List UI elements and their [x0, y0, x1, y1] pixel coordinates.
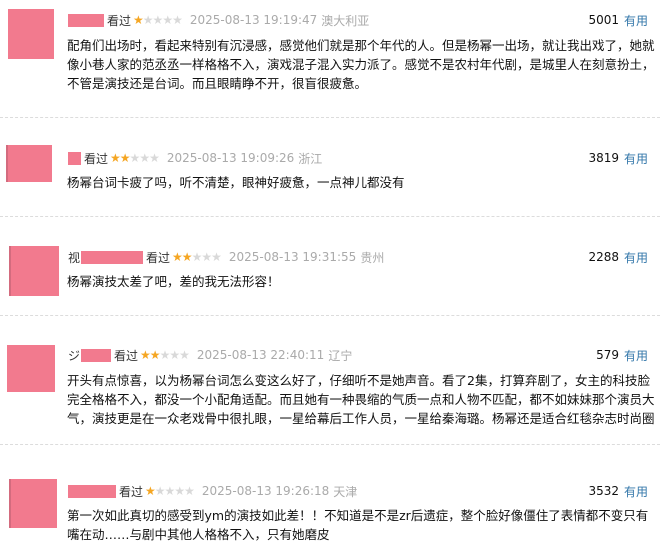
- comment-location: 贵州: [360, 250, 385, 265]
- avatar-edge: [9, 246, 11, 296]
- comment-location: 浙江: [298, 151, 323, 166]
- star-filled-icon: ★: [140, 348, 151, 362]
- comment-text: 杨幂演技太差了吧，差的我无法形容！: [67, 274, 280, 289]
- star-empty-icon: ★: [159, 348, 171, 362]
- avatar-edge: [9, 479, 11, 528]
- comment-location: 辽宁: [328, 348, 353, 363]
- username-redacted[interactable]: [81, 250, 144, 264]
- comment-time: 2025-08-13 22:40:11: [196, 348, 325, 362]
- username-fragment: 视: [68, 250, 81, 265]
- vote-count: 2288: [588, 250, 619, 264]
- rating-label: 看过: [114, 348, 139, 363]
- star-filled-icon: ★: [172, 250, 183, 264]
- star-empty-icon: ★: [179, 348, 190, 362]
- rating-stars: ★ ★ ★ ★ ★: [110, 151, 160, 165]
- star-empty-icon: ★: [142, 13, 154, 27]
- vote-area: 2288 有用: [588, 249, 648, 265]
- comment-meta: ジ 看过 ★ ★ ★ ★ ★ 2025-08-13 22:40:11 辽宁: [68, 347, 352, 363]
- useful-button[interactable]: 有用: [624, 12, 648, 29]
- comment-time: 2025-08-13 19:19:47: [189, 13, 318, 27]
- useful-button[interactable]: 有用: [624, 150, 648, 167]
- vote-area: 579 有用: [596, 347, 648, 363]
- comment-item: ジ 看过 ★ ★ ★ ★ ★ 2025-08-13 22:40:11 辽宁 579 有用…: [0, 315, 660, 445]
- rating-label: 看过: [146, 250, 171, 265]
- vote-count: 3819: [588, 151, 619, 165]
- star-empty-icon: ★: [149, 151, 160, 165]
- rating-label: 看过: [84, 151, 109, 166]
- useful-button[interactable]: 有用: [624, 483, 648, 500]
- star-empty-icon: ★: [191, 250, 203, 264]
- comment-text: 开头有点惊喜，以为杨幂台词怎么变这么好了，仔细听不是她声音。看了2集，打算弃剧了…: [67, 373, 655, 426]
- comment-item: 看过 ★ ★ ★ ★ ★ 2025-08-13 19:26:18 天津 3532 有用 …: [0, 445, 660, 549]
- rating-label: 看过: [107, 13, 132, 28]
- star-empty-icon: ★: [172, 13, 183, 27]
- avatar-edge: [6, 145, 8, 182]
- star-filled-icon: ★: [145, 484, 156, 498]
- avatar[interactable]: [6, 145, 52, 182]
- rating-stars: ★ ★ ★ ★ ★: [172, 250, 222, 264]
- star-filled-icon: ★: [110, 151, 121, 165]
- comment-item: 看过 ★ ★ ★ ★ ★ 2025-08-13 19:09:26 浙江 3819 有用 …: [0, 118, 660, 228]
- avatar[interactable]: [9, 479, 57, 528]
- star-empty-icon: ★: [154, 484, 166, 498]
- vote-area: 3819 有用: [588, 150, 648, 166]
- comment-time: 2025-08-13 19:26:18: [201, 484, 330, 498]
- comment-time: 2025-08-13 19:31:55: [228, 250, 357, 264]
- vote-area: 3532 有用: [588, 483, 648, 499]
- comment-text: 第一次如此真切的感受到ym的演技如此差！！不知道是不是zr后遗症，整个脸好像僵住…: [67, 508, 649, 542]
- vote-count: 5001: [588, 13, 619, 27]
- star-empty-icon: ★: [211, 250, 222, 264]
- username-redacted[interactable]: [68, 13, 104, 27]
- rating-stars: ★ ★ ★ ★ ★: [133, 13, 183, 27]
- comment-meta: 看过 ★ ★ ★ ★ ★ 2025-08-13 19:09:26 浙江: [68, 150, 322, 166]
- star-empty-icon: ★: [184, 484, 195, 498]
- star-empty-icon: ★: [129, 151, 141, 165]
- star-empty-icon: ★: [201, 250, 212, 264]
- vote-count: 579: [596, 348, 619, 362]
- star-empty-icon: ★: [164, 484, 176, 498]
- username-redacted[interactable]: [81, 348, 112, 362]
- vote-count: 3532: [588, 484, 619, 498]
- username-redacted[interactable]: [68, 484, 116, 498]
- star-filled-icon: ★: [133, 13, 144, 27]
- comment-time: 2025-08-13 19:09:26: [166, 151, 295, 165]
- avatar[interactable]: [7, 345, 55, 392]
- comment-meta: 看过 ★ ★ ★ ★ ★ 2025-08-13 19:19:47 澳大利亚: [68, 12, 369, 28]
- useful-button[interactable]: 有用: [624, 347, 648, 364]
- star-empty-icon: ★: [152, 13, 164, 27]
- star-filled-icon: ★: [119, 151, 131, 165]
- rating-stars: ★ ★ ★ ★ ★: [140, 348, 190, 362]
- rating-label: 看过: [119, 484, 144, 499]
- username-redacted[interactable]: [68, 151, 81, 165]
- star-filled-icon: ★: [181, 250, 193, 264]
- star-empty-icon: ★: [162, 13, 173, 27]
- star-empty-icon: ★: [139, 151, 150, 165]
- comment-location: 天津: [333, 484, 358, 499]
- rating-stars: ★ ★ ★ ★ ★: [145, 484, 195, 498]
- comment-item: 看过 ★ ★ ★ ★ ★ 2025-08-13 19:19:47 澳大利亚 5001 有…: [0, 0, 660, 118]
- comment-meta: 视 看过 ★ ★ ★ ★ ★ 2025-08-13 19:31:55 贵州: [68, 249, 384, 265]
- comment-meta: 看过 ★ ★ ★ ★ ★ 2025-08-13 19:26:18 天津: [68, 483, 357, 499]
- comment-text: 杨幂台词卡疲了吗，听不清楚，眼神好疲惫，一点神儿都没有: [67, 175, 405, 190]
- star-filled-icon: ★: [149, 348, 161, 362]
- comment-text: 配角们出场时，看起来特别有沉浸感，感觉他们就是那个年代的人。但是杨幂一出场，就让…: [67, 38, 655, 91]
- useful-button[interactable]: 有用: [624, 249, 648, 266]
- star-empty-icon: ★: [169, 348, 180, 362]
- avatar[interactable]: [8, 9, 54, 59]
- vote-area: 5001 有用: [588, 12, 648, 28]
- comment-item: 视 看过 ★ ★ ★ ★ ★ 2025-08-13 19:31:55 贵州 2288 有…: [0, 216, 660, 316]
- avatar[interactable]: [9, 246, 59, 296]
- star-empty-icon: ★: [174, 484, 185, 498]
- comment-location: 澳大利亚: [321, 13, 370, 28]
- username-fragment: ジ: [68, 348, 81, 363]
